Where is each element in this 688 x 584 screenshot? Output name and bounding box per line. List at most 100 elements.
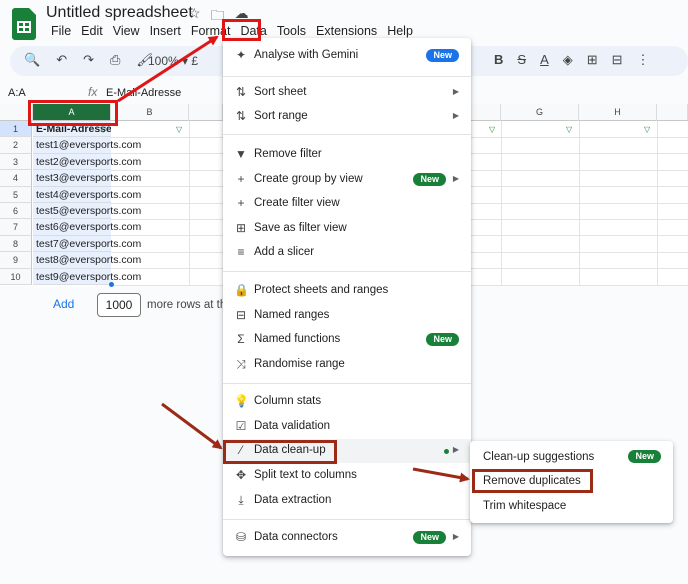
merge-cells-icon[interactable]: ⊟ (612, 52, 623, 68)
formula-input[interactable]: E-Mail-Adresse (106, 87, 181, 99)
highlight-box-remove-duplicates (472, 469, 593, 493)
column-header-f[interactable] (471, 104, 501, 121)
row-header[interactable]: 3 (0, 153, 32, 171)
menu-item-data-extraction[interactable]: ⤓ Data extraction (223, 489, 471, 513)
chevron-down-icon: ▾ (182, 54, 189, 68)
row-header[interactable]: 6 (0, 203, 32, 220)
data-menu: ✦ Analyse with Gemini New ⇅ Sort sheet ▶… (223, 38, 471, 556)
cell-a7[interactable]: test6@eversports.com (33, 219, 141, 236)
highlight-box-column-a (28, 100, 118, 126)
row-header[interactable]: 10 (0, 268, 32, 285)
menu-item-sort-range[interactable]: ⇅ Sort range ▶ (223, 105, 471, 129)
new-badge: New (426, 49, 459, 62)
menu-item-sort-sheet[interactable]: ⇅ Sort sheet ▶ (223, 81, 471, 105)
data-validation-icon: ☑ (235, 419, 247, 433)
cell-a4[interactable]: test3@eversports.com (33, 170, 141, 187)
filter-funnel-icon[interactable]: ▽ (644, 125, 650, 134)
row-header[interactable]: 7 (0, 219, 32, 236)
column-header-b[interactable]: B (111, 104, 189, 121)
submenu-arrow-icon: ▶ (452, 445, 459, 454)
strikethrough-icon[interactable]: S (517, 52, 526, 68)
filter-funnel-icon[interactable]: ▽ (566, 125, 572, 134)
lock-icon: 🔒 (234, 283, 249, 297)
menu-item-analyse-with-gemini[interactable]: ✦ Analyse with Gemini New (223, 44, 471, 68)
cell-a3[interactable]: test2@eversports.com (33, 153, 141, 171)
cell-a5[interactable]: test4@eversports.com (33, 186, 141, 203)
row-header[interactable]: 2 (0, 137, 32, 154)
plus-icon: + (237, 196, 245, 210)
cell-a8[interactable]: test7@eversports.com (33, 235, 141, 253)
zoom-select[interactable]: 100% ▾ £ (148, 54, 198, 68)
bold-button[interactable]: B (494, 52, 503, 68)
named-ranges-icon: ⊟ (235, 308, 247, 322)
cell-a10[interactable]: test9@eversports.com (33, 268, 141, 285)
menu-item-protect-sheets[interactable]: 🔒 Protect sheets and ranges (223, 279, 471, 303)
currency-format-button[interactable]: £ (191, 54, 198, 68)
row-header[interactable]: 5 (0, 186, 32, 203)
column-header-g[interactable]: G (501, 104, 579, 121)
menu-item-split-text-to-columns[interactable]: ✥ Split text to columns (223, 464, 471, 488)
fill-color-icon[interactable]: ◈ (563, 52, 573, 68)
text-color-button[interactable]: A (540, 52, 549, 68)
borders-icon[interactable]: ⊞ (587, 52, 598, 68)
more-rows-label: more rows at th (147, 299, 227, 311)
highlight-box-data-clean-up (223, 440, 337, 464)
new-feature-dot (444, 449, 449, 454)
submenu-arrow-icon: ▶ (452, 532, 459, 541)
shuffle-icon: ⤨ (236, 357, 246, 371)
undo-icon[interactable]: ↶ (56, 52, 67, 68)
row-header[interactable]: 9 (0, 252, 32, 269)
menu-item-named-ranges[interactable]: ⊟ Named ranges (223, 304, 471, 328)
cell-a9[interactable]: test8@eversports.com (33, 252, 141, 269)
cell-a6[interactable]: test5@eversports.com (33, 203, 141, 220)
new-badge: New (413, 531, 446, 544)
menu-extensions[interactable]: Extensions (311, 23, 382, 39)
print-icon[interactable]: ⎙ (110, 52, 120, 68)
plus-icon: + (237, 172, 245, 186)
filter-funnel-icon[interactable]: ▽ (176, 125, 182, 134)
name-box[interactable]: A:A (8, 87, 26, 99)
lightbulb-icon: 💡 (234, 394, 249, 408)
column-header-c[interactable] (189, 104, 223, 121)
sheets-logo[interactable] (12, 8, 36, 40)
submenu-arrow-icon: ▶ (452, 174, 459, 183)
menu-item-randomise-range[interactable]: ⤨ Randomise range (223, 353, 471, 377)
menu-item-remove-filter[interactable]: ▼ Remove filter (223, 143, 471, 167)
document-title[interactable]: Untitled spreadsheet (46, 4, 193, 22)
menu-item-create-filter-view[interactable]: + Create filter view (223, 192, 471, 216)
menu-item-data-validation[interactable]: ☑ Data validation (223, 415, 471, 439)
more-options-icon[interactable]: ⋮ (637, 52, 650, 68)
filter-funnel-icon[interactable]: ▽ (100, 125, 106, 134)
menu-item-create-group-by-view[interactable]: + Create group by view New ▶ (223, 168, 471, 192)
menu-edit[interactable]: Edit (76, 23, 108, 39)
arrow-to-data-clean-up (161, 402, 223, 450)
row-header[interactable]: 8 (0, 235, 32, 253)
menu-item-column-stats[interactable]: 💡 Column stats (223, 390, 471, 414)
row-header[interactable]: 4 (0, 170, 32, 187)
submenu-item-trim-whitespace[interactable]: Trim whitespace (470, 494, 673, 518)
column-header-h[interactable]: H (579, 104, 657, 121)
menu-file[interactable]: File (46, 23, 76, 39)
rows-count-input[interactable]: 1000 (97, 293, 141, 317)
cell-a2[interactable]: test1@eversports.com (33, 137, 141, 154)
menu-item-save-as-filter-view[interactable]: ⊞ Save as filter view (223, 217, 471, 241)
menu-item-named-functions[interactable]: Σ Named functions New (223, 328, 471, 352)
menu-help[interactable]: Help (382, 23, 418, 39)
menu-tools[interactable]: Tools (272, 23, 311, 39)
sort-range-icon: ⇅ (235, 109, 247, 123)
menu-insert[interactable]: Insert (145, 23, 186, 39)
redo-icon[interactable]: ↷ (83, 52, 94, 68)
add-rows-button[interactable]: Add (53, 297, 74, 311)
search-menus-icon[interactable]: 🔍 (24, 52, 40, 68)
new-badge: New (426, 333, 459, 346)
column-header-i[interactable] (657, 104, 688, 121)
menu-item-add-a-slicer[interactable]: ≡ Add a slicer (223, 241, 471, 265)
fill-handle[interactable] (109, 282, 114, 287)
menu-view[interactable]: View (108, 23, 145, 39)
filter-funnel-icon[interactable]: ▽ (489, 125, 495, 134)
submenu-arrow-icon: ▶ (452, 111, 459, 120)
menu-item-data-connectors[interactable]: ⛁ Data connectors New ▶ (223, 526, 471, 550)
submenu-item-cleanup-suggestions[interactable]: Clean-up suggestions New (470, 445, 673, 469)
new-badge: New (628, 450, 661, 463)
filter-icon: ▼ (235, 147, 247, 161)
